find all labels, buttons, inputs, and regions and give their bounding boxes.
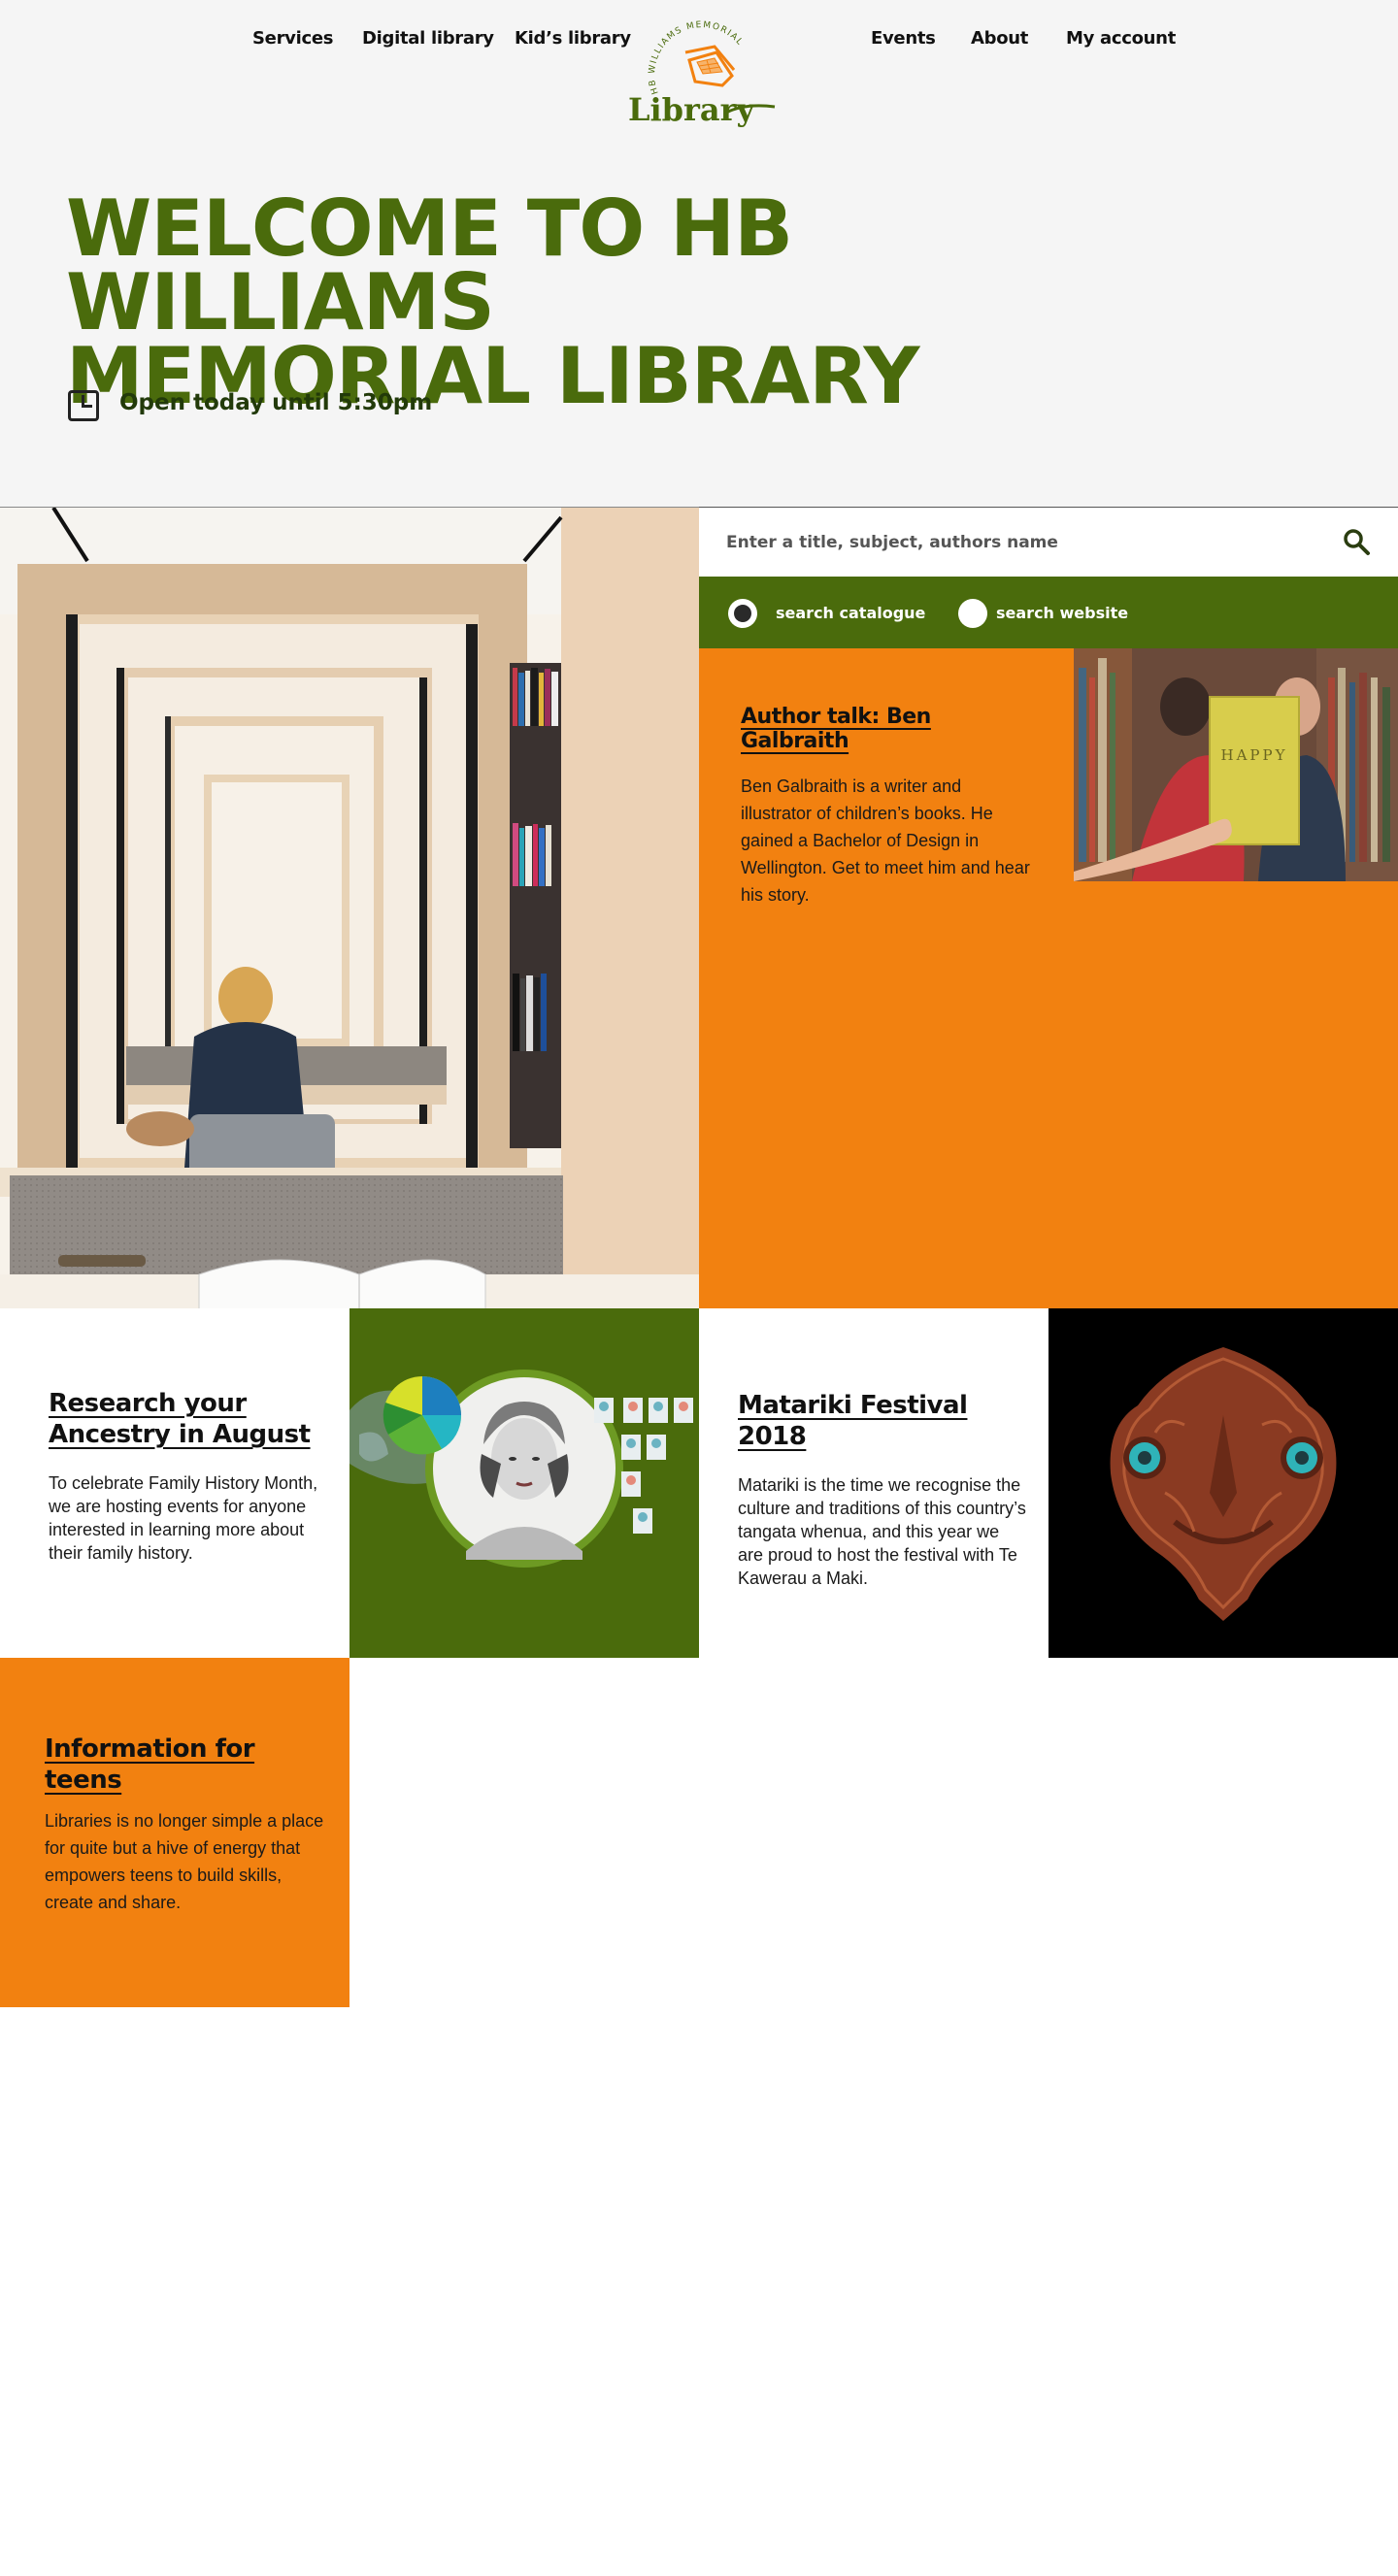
matariki-festival-card: Matariki Festival 2018 Matariki is the t… [699, 1308, 1048, 1658]
family-history-illustration [350, 1308, 699, 1658]
search-icon [1344, 529, 1370, 555]
nav-events[interactable]: Events [871, 28, 936, 49]
author-talk-title[interactable]: Author talk: Ben Galbraith [741, 705, 931, 753]
radio-search-website[interactable] [958, 599, 987, 628]
author-talk-card: Author talk: Ben Galbraith Ben Galbraith… [699, 648, 1398, 1308]
nav-kids-library[interactable]: Kid’s library [515, 28, 631, 49]
radio-search-catalogue-label[interactable]: search catalogue [776, 604, 925, 622]
search-scope-options: search catalogue search website [699, 577, 1398, 648]
research-ancestry-title[interactable]: Research your Ancestry in August [49, 1389, 311, 1449]
teens-info-title[interactable]: Information for teens [45, 1734, 255, 1795]
radio-search-catalogue[interactable] [728, 599, 757, 628]
author-book-photo: HAPPY [1074, 648, 1398, 881]
svg-text:HAPPY: HAPPY [1220, 746, 1287, 764]
nav-my-account[interactable]: My account [1066, 28, 1176, 49]
teens-info-body: Libraries is no longer simple a place fo… [45, 1811, 324, 1912]
author-talk-body: Ben Galbraith is a writer and illustrato… [741, 776, 1030, 905]
site-header: Services Digital library Kid’s library H… [0, 0, 1398, 507]
radio-search-website-label[interactable]: search website [996, 604, 1128, 622]
clock-icon [68, 390, 99, 421]
search-button[interactable] [1342, 527, 1373, 558]
page-title: WELCOME TO HB WILLIAMS MEMORIAL LIBRARY [66, 183, 1231, 415]
maori-carving-image [1048, 1308, 1398, 1658]
opening-hours: Open today until 5:30pm [119, 390, 433, 415]
research-ancestry-card: Research your Ancestry in August To cele… [0, 1308, 350, 1658]
library-logo-icon: HB WILLIAMS MEMORIAL Library [628, 20, 776, 128]
nav-services[interactable]: Services [252, 28, 333, 49]
teens-info-card: Information for teens Libraries is no lo… [0, 1658, 350, 2007]
matariki-festival-body: Matariki is the time we recognise the cu… [738, 1475, 1026, 1588]
search-input[interactable] [726, 523, 1309, 562]
library-interior-photo [0, 507, 699, 1308]
page-title-line-1: WELCOME TO HB WILLIAMS [66, 183, 793, 347]
matariki-festival-title[interactable]: Matariki Festival 2018 [738, 1391, 968, 1451]
library-logo[interactable]: HB WILLIAMS MEMORIAL Library [621, 17, 777, 134]
nav-about[interactable]: About [971, 28, 1028, 49]
nav-digital-library[interactable]: Digital library [362, 28, 494, 49]
search-bar [699, 507, 1398, 577]
research-ancestry-body: To celebrate Family History Month, we ar… [49, 1473, 318, 1563]
